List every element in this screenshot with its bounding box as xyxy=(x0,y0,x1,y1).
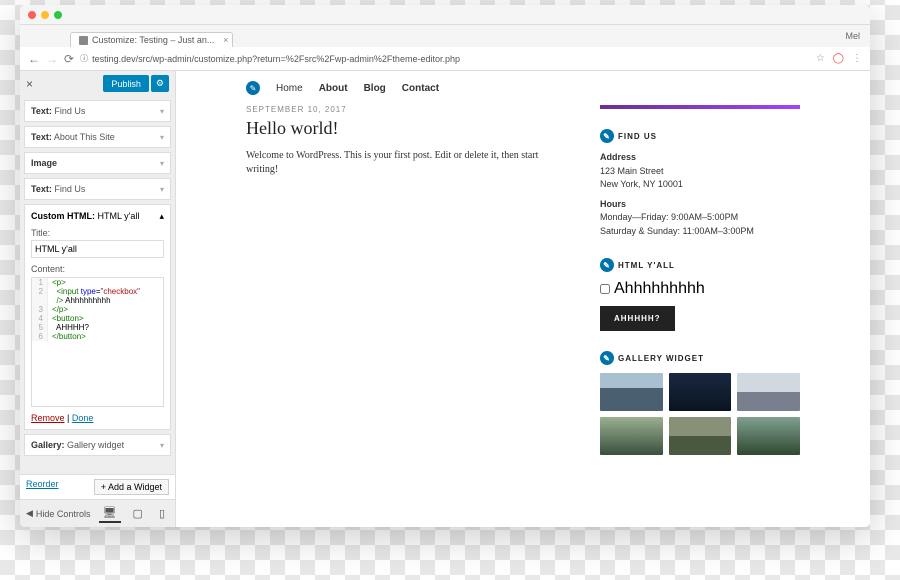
widget-gallery: ✎GALLERY WIDGET xyxy=(600,351,800,455)
reorder-link[interactable]: Reorder xyxy=(26,479,59,495)
window-minimize[interactable] xyxy=(41,11,49,19)
gallery-image[interactable] xyxy=(669,417,732,455)
edit-shortcut-icon[interactable]: ✎ xyxy=(246,81,260,95)
gallery-image[interactable] xyxy=(737,417,800,455)
widget-item-expanded: Custom HTML: HTML y'all▴ Title: Content:… xyxy=(24,204,171,430)
edit-shortcut-icon[interactable]: ✎ xyxy=(600,129,614,143)
url-text: testing.dev/src/wp-admin/customize.php?r… xyxy=(92,54,460,64)
chevron-down-icon: ▾ xyxy=(160,107,164,116)
site-preview: ✎ Home About Blog Contact SEPTEMBER 10, … xyxy=(176,71,870,527)
chevron-up-icon[interactable]: ▴ xyxy=(159,211,164,222)
tablet-preview-icon[interactable]: ▢ xyxy=(129,505,147,522)
widget-item[interactable]: Image▾ xyxy=(24,152,171,174)
hide-controls-button[interactable]: ◀ Hide Controls xyxy=(26,508,91,519)
site-nav: ✎ Home About Blog Contact xyxy=(176,71,870,105)
info-icon: ⓘ xyxy=(80,53,88,64)
widget-item[interactable]: Text: About This Site▾ xyxy=(24,126,171,148)
profile-name[interactable]: Mel xyxy=(845,31,860,41)
post: SEPTEMBER 10, 2017 Hello world! Welcome … xyxy=(246,105,570,475)
browser-tab[interactable]: Customize: Testing – Just an... × xyxy=(70,32,233,47)
chevron-down-icon: ▾ xyxy=(160,159,164,168)
code-editor[interactable]: 1<p>2 <input type="checkbox" /> Ahhhhhhh… xyxy=(31,277,164,407)
nav-link[interactable]: Blog xyxy=(364,83,386,94)
title-label: Title: xyxy=(31,228,164,238)
content-label: Content: xyxy=(31,264,164,274)
demo-checkbox[interactable] xyxy=(600,284,610,294)
nav-link[interactable]: About xyxy=(319,83,348,94)
tab-favicon xyxy=(79,36,88,45)
remove-link[interactable]: Remove xyxy=(31,413,65,423)
chevron-down-icon: ▾ xyxy=(160,441,164,450)
post-title[interactable]: Hello world! xyxy=(246,118,570,139)
widget-title-input[interactable] xyxy=(31,240,164,258)
add-widget-button[interactable]: + Add a Widget xyxy=(94,479,169,495)
publish-settings-icon[interactable]: ⚙ xyxy=(151,75,169,92)
widget-item[interactable]: Text: Find Us▾ xyxy=(24,178,171,200)
desktop-preview-icon[interactable]: 🖥 xyxy=(99,504,121,523)
edit-shortcut-icon[interactable]: ✎ xyxy=(600,258,614,272)
demo-button[interactable]: AHHHHH? xyxy=(600,306,675,331)
mobile-preview-icon[interactable]: ▯ xyxy=(155,505,169,522)
chevron-down-icon: ▾ xyxy=(160,133,164,142)
edit-shortcut-icon[interactable]: ✎ xyxy=(600,351,614,365)
chevron-down-icon: ▾ xyxy=(160,185,164,194)
address-bar: ← → ⟳ ⓘ testing.dev/src/wp-admin/customi… xyxy=(20,47,870,71)
window-titlebar xyxy=(20,5,870,25)
gallery-image[interactable] xyxy=(600,417,663,455)
customizer-sidebar: × Publish ⚙ Text: Find Us▾ Text: About T… xyxy=(20,71,176,527)
widget-find-us: ✎FIND US Address 123 Main Street New Yor… xyxy=(600,129,800,238)
widget-item[interactable]: Text: Find Us▾ xyxy=(24,100,171,122)
nav-back-icon[interactable]: ← xyxy=(28,52,40,66)
url-field[interactable]: ⓘ testing.dev/src/wp-admin/customize.php… xyxy=(80,53,810,64)
tab-title: Customize: Testing – Just an... xyxy=(92,35,214,45)
publish-button[interactable]: Publish xyxy=(103,75,149,92)
browser-tabbar: Customize: Testing – Just an... × Mel xyxy=(20,25,870,47)
menu-icon[interactable]: ⋮ xyxy=(852,53,862,64)
tab-close-icon[interactable]: × xyxy=(223,35,228,45)
header-accent xyxy=(600,105,800,109)
star-icon[interactable]: ☆ xyxy=(816,53,825,64)
nav-reload-icon[interactable]: ⟳ xyxy=(64,52,74,66)
post-date: SEPTEMBER 10, 2017 xyxy=(246,105,570,114)
gallery-image[interactable] xyxy=(737,373,800,411)
post-body: Welcome to WordPress. This is your first… xyxy=(246,149,570,177)
nav-link[interactable]: Contact xyxy=(402,83,439,94)
widget-item[interactable]: Gallery: Gallery widget▾ xyxy=(24,434,171,456)
done-link[interactable]: Done xyxy=(72,413,94,423)
nav-link[interactable]: Home xyxy=(276,83,303,94)
close-customizer-icon[interactable]: × xyxy=(26,77,33,91)
gallery-image[interactable] xyxy=(600,373,663,411)
widget-html-yall: ✎HTML Y'ALL Ahhhhhhhhh AHHHHH? xyxy=(600,258,800,331)
gallery-image[interactable] xyxy=(669,373,732,411)
window-close[interactable] xyxy=(28,11,36,19)
nav-forward-icon[interactable]: → xyxy=(46,52,58,66)
opera-icon[interactable]: ◯ xyxy=(833,53,844,64)
window-maximize[interactable] xyxy=(54,11,62,19)
